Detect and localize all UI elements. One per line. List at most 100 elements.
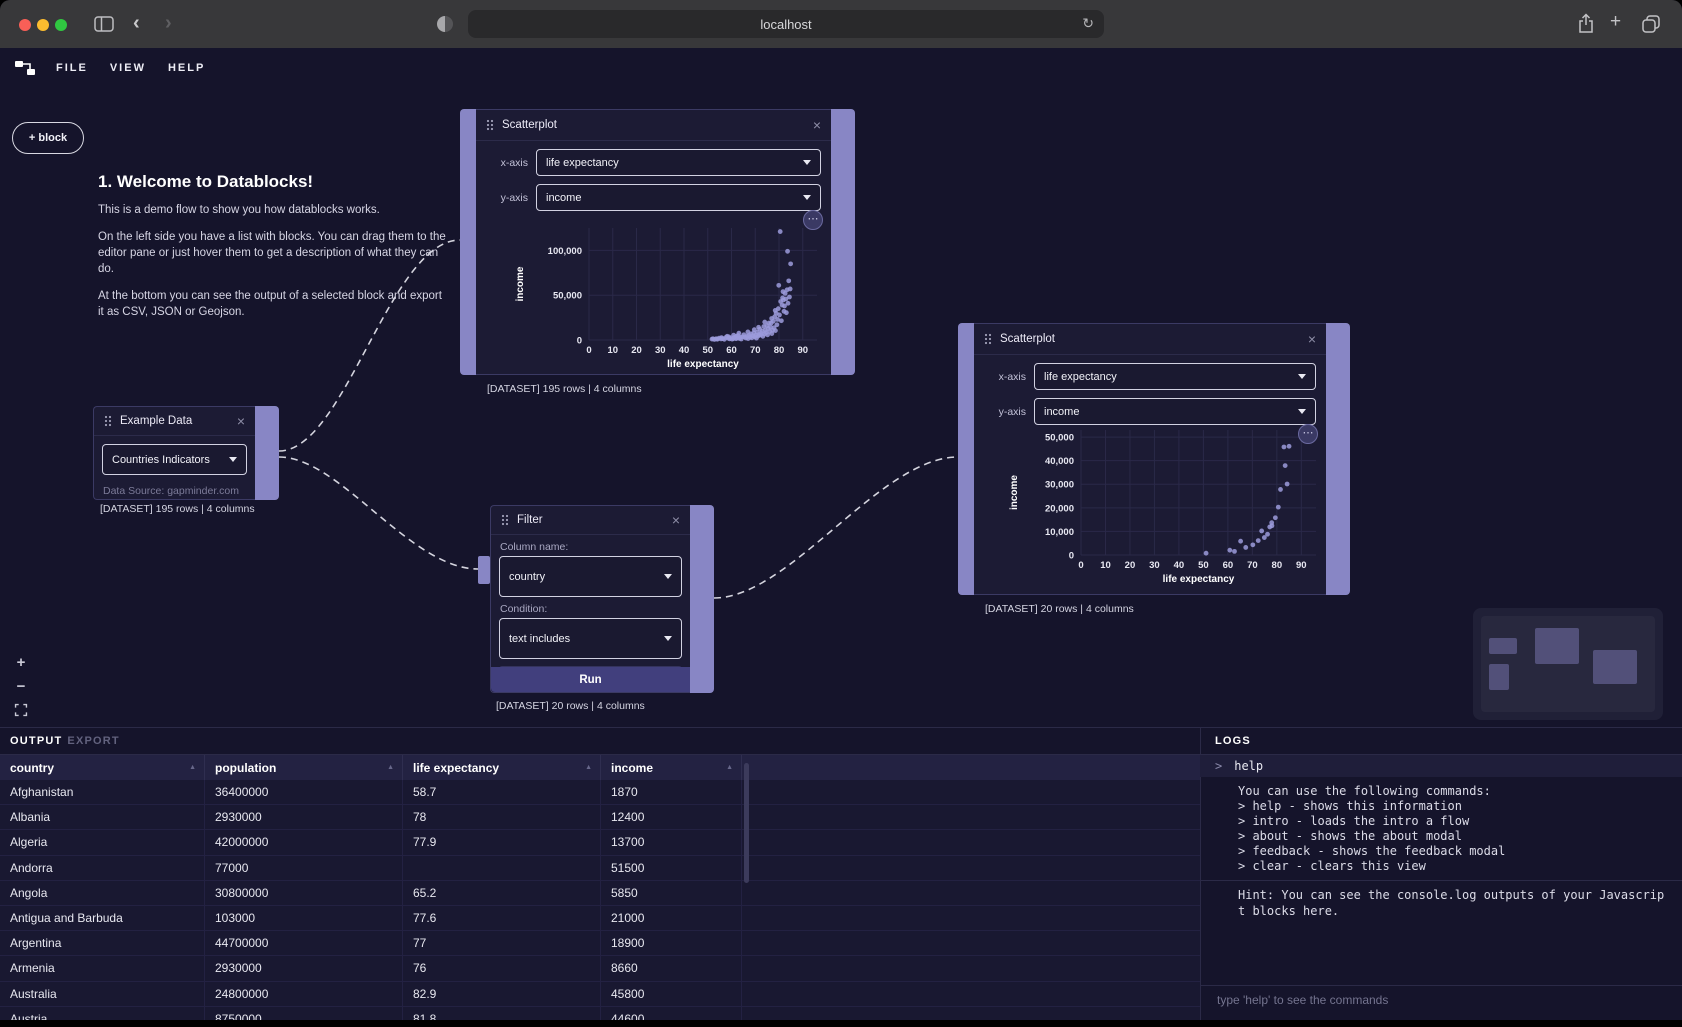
sort-asc-icon[interactable]: ▲ <box>189 764 196 771</box>
zoom-in-button[interactable]: + <box>12 653 30 671</box>
x-axis-select[interactable]: life expectancy <box>536 149 821 176</box>
column-header-country[interactable]: country▲ <box>0 755 205 780</box>
table-row[interactable]: Australia2480000082.945800 <box>0 982 1200 1007</box>
drag-handle-icon[interactable] <box>501 514 509 526</box>
menu-view[interactable]: VIEW <box>110 62 146 74</box>
column-header-population[interactable]: population▲ <box>205 755 403 780</box>
output-handle[interactable] <box>831 109 855 375</box>
flow-canvas[interactable]: + block 1. Welcome to Datablocks! This i… <box>0 88 1682 727</box>
table-cell: 36400000 <box>205 780 403 804</box>
table-row[interactable]: Angola3080000065.25850 <box>0 881 1200 906</box>
tab-output[interactable]: OUTPUT <box>10 735 62 747</box>
close-icon[interactable]: × <box>672 513 680 527</box>
reload-icon[interactable]: ↻ <box>1082 15 1094 32</box>
table-cell: 77 <box>403 931 601 955</box>
menu-file[interactable]: FILE <box>56 62 88 74</box>
data-source-text: Data Source: gapminder.com <box>94 483 255 499</box>
table-cell: 82.9 <box>403 982 601 1006</box>
filter-node[interactable]: Filter × Column name: country Condition:… <box>490 505 714 693</box>
table-cell: Australia <box>0 982 205 1006</box>
table-row[interactable]: Albania29300007812400 <box>0 805 1200 830</box>
tab-overview-icon[interactable] <box>1641 14 1661 39</box>
close-icon[interactable]: × <box>1308 332 1316 346</box>
sort-asc-icon[interactable]: ▲ <box>726 764 733 771</box>
dataset-select[interactable]: Countries Indicators <box>102 444 247 475</box>
minimap[interactable] <box>1473 608 1663 720</box>
table-cell: Algeria <box>0 830 205 854</box>
more-options-button[interactable]: ⋯ <box>1298 424 1318 444</box>
table-cell: 2930000 <box>205 805 403 829</box>
node-title: Scatterplot <box>502 119 813 131</box>
node-header[interactable]: Filter × <box>491 506 690 535</box>
log-line: > feedback - shows the feedback modal <box>1238 844 1668 858</box>
column-header-income[interactable]: income▲ <box>601 755 742 780</box>
svg-text:0: 0 <box>577 336 582 347</box>
back-icon[interactable]: ‹ <box>133 12 140 35</box>
zoom-out-button[interactable]: − <box>12 677 30 695</box>
table-row[interactable]: Argentina447000007718900 <box>0 931 1200 956</box>
column-header-life-expectancy[interactable]: life expectancy▲ <box>403 755 601 780</box>
node-header[interactable]: Scatterplot × <box>974 324 1326 355</box>
close-icon[interactable]: × <box>237 414 245 428</box>
chevron-down-icon <box>803 195 811 200</box>
sort-asc-icon[interactable]: ▲ <box>585 764 592 771</box>
menu-help[interactable]: HELP <box>168 62 205 74</box>
run-button[interactable]: Run <box>491 667 690 692</box>
input-handle[interactable] <box>958 323 974 595</box>
fit-view-button[interactable] <box>12 701 30 719</box>
table-row[interactable]: Algeria4200000077.913700 <box>0 830 1200 855</box>
svg-text:90: 90 <box>1296 560 1307 571</box>
node-title: Scatterplot <box>1000 333 1308 345</box>
table-row[interactable]: Andorra7700051500 <box>0 856 1200 881</box>
content-blocker-icon[interactable] <box>437 16 453 32</box>
add-block-button[interactable]: + block <box>12 122 84 154</box>
drag-handle-icon[interactable] <box>486 119 494 131</box>
new-tab-icon[interactable]: + <box>1610 11 1621 33</box>
minimize-window-button[interactable] <box>37 19 49 31</box>
share-icon[interactable] <box>1577 13 1595 40</box>
table-scrollbar[interactable] <box>744 763 749 883</box>
zoom-window-button[interactable] <box>55 19 67 31</box>
node-header[interactable]: Scatterplot × <box>476 110 831 141</box>
scatterplot-node-1[interactable]: Scatterplot × x-axis life expectancy y-a… <box>460 109 855 375</box>
forward-icon[interactable]: › <box>165 12 172 35</box>
table-row[interactable]: Afghanistan3640000058.71870 <box>0 780 1200 805</box>
column-select[interactable]: country <box>499 556 682 597</box>
table-row[interactable]: Armenia2930000768660 <box>0 956 1200 981</box>
example-data-node[interactable]: Example Data × Countries Indicators Data… <box>93 406 279 500</box>
connection-edge[interactable] <box>279 457 478 569</box>
log-command-input[interactable] <box>1215 992 1659 1008</box>
condition-select[interactable]: text includes <box>499 618 682 659</box>
table-cell: 8660 <box>601 956 742 980</box>
connection-edge[interactable] <box>714 457 958 598</box>
log-line: You can use the following commands: <box>1238 784 1668 798</box>
output-handle[interactable] <box>255 406 279 500</box>
datablocks-logo-icon[interactable] <box>14 58 36 78</box>
browser-toolbar: ‹ › localhost ↻ + <box>0 0 1682 48</box>
scatterplot-node-2[interactable]: Scatterplot × x-axis life expectancy y-a… <box>958 323 1350 595</box>
tab-export[interactable]: EXPORT <box>67 735 119 747</box>
svg-text:10,000: 10,000 <box>1045 527 1074 538</box>
log-input-row <box>1200 985 1682 1014</box>
drag-handle-icon[interactable] <box>984 333 992 345</box>
x-axis-select[interactable]: life expectancy <box>1034 363 1316 390</box>
minimap-node <box>1489 638 1517 654</box>
dataset-caption: [DATASET] 195 rows | 4 columns <box>487 383 642 395</box>
more-options-button[interactable]: ⋯ <box>803 210 823 230</box>
output-handle[interactable] <box>690 505 714 693</box>
table-cell: 30800000 <box>205 881 403 905</box>
output-handle[interactable] <box>1326 323 1350 595</box>
node-header[interactable]: Example Data × <box>94 407 255 436</box>
sort-asc-icon[interactable]: ▲ <box>387 764 394 771</box>
close-window-button[interactable] <box>19 19 31 31</box>
table-row[interactable]: Antigua and Barbuda10300077.621000 <box>0 906 1200 931</box>
input-handle[interactable] <box>460 109 476 375</box>
svg-text:50,000: 50,000 <box>553 291 582 302</box>
table-row[interactable]: Austria875000081.844600 <box>0 1007 1200 1021</box>
drag-handle-icon[interactable] <box>104 415 112 427</box>
address-bar[interactable]: localhost ↻ <box>468 10 1104 38</box>
input-handle[interactable] <box>478 556 490 584</box>
sidebar-toggle-icon[interactable] <box>94 15 114 38</box>
svg-text:10: 10 <box>1100 560 1111 571</box>
close-icon[interactable]: × <box>813 118 821 132</box>
